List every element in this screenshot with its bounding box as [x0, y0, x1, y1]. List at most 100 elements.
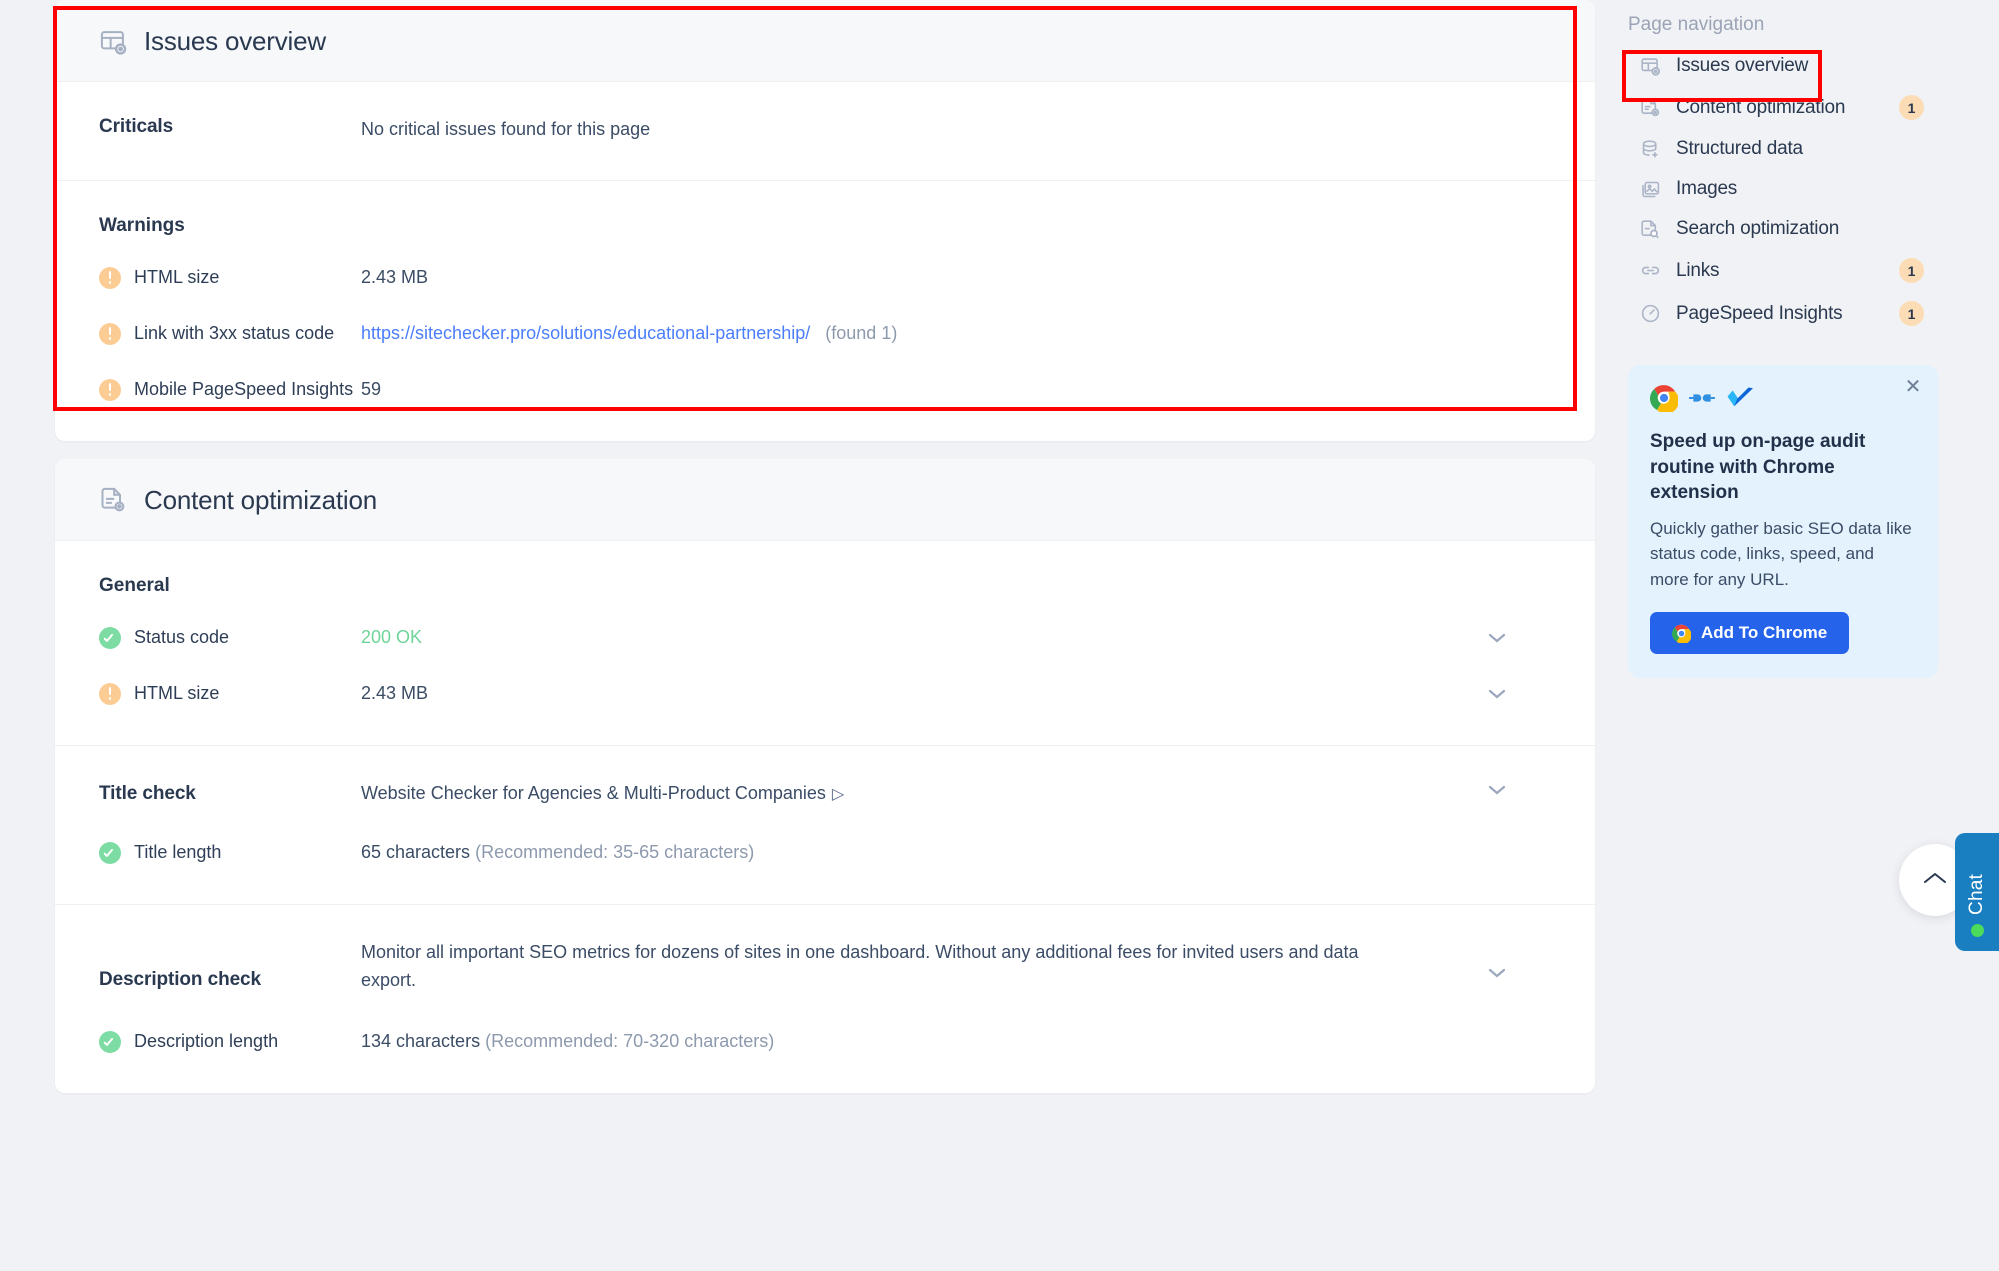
links-icon — [1640, 260, 1661, 281]
page-root: Issues overview Criticals No critical is… — [0, 0, 1999, 1271]
general-section: General Status code 200 OK HTML size 2.4… — [55, 541, 1595, 745]
add-to-chrome-button[interactable]: Add To Chrome — [1650, 612, 1850, 655]
success-icon — [99, 1030, 121, 1053]
sidebar-item-search-optimization[interactable]: Search optimization — [1628, 209, 1938, 249]
description-check-value: Monitor all important SEO metrics for do… — [361, 941, 1359, 990]
status-code-value: 200 OK — [361, 627, 423, 648]
sidebar-item-links[interactable]: Links 1 — [1628, 249, 1938, 292]
sidebar-item-structured-data[interactable]: Structured data — [1628, 129, 1938, 169]
general-label: General — [99, 574, 170, 596]
promo-title: Speed up on-page audit routine with Chro… — [1650, 431, 1866, 504]
section-title: Content optimization — [144, 484, 378, 515]
description-check-row[interactable]: Description check Monitor all important … — [99, 939, 1551, 995]
warning-item-3xx-link: Link with 3xx status code https://sitech… — [99, 319, 1551, 349]
found-count-note: (found 1) — [825, 323, 898, 344]
title-check-section: Title check Website Checker for Agencies… — [55, 744, 1595, 904]
chat-label: Chat — [1966, 874, 1987, 915]
html-size-value: 2.43 MB — [361, 683, 429, 704]
content-optimization-icon — [99, 486, 127, 514]
warning-item-label: Mobile PageSpeed Insights — [134, 379, 354, 400]
title-length-recommendation: (Recommended: 35-65 characters) — [475, 842, 755, 863]
title-length-value: 65 characters — [361, 842, 471, 863]
content-optimization-card: Content optimization General Status code… — [55, 458, 1595, 1093]
chevron-down-icon[interactable] — [1487, 784, 1507, 796]
title-check-value: Website Checker for Agencies & Multi-Pro… — [361, 782, 826, 803]
plug-connector-icon — [1688, 391, 1716, 410]
page-title: Issues overview — [144, 26, 326, 56]
description-length-value: 134 characters — [361, 1031, 481, 1052]
sidebar-item-label: Content optimization — [1676, 96, 1846, 118]
description-length-item: Description length 134 characters (Recom… — [99, 1027, 1551, 1057]
issues-overview-header: Issues overview — [55, 0, 1595, 82]
sidebar-item-content-optimization[interactable]: Content optimization 1 — [1628, 86, 1938, 129]
sidebar-item-label: Structured data — [1676, 138, 1803, 159]
pagespeed-icon — [1640, 303, 1661, 324]
warning-icon — [99, 322, 121, 345]
search-optimization-icon — [1640, 219, 1661, 240]
chevron-down-icon[interactable] — [1487, 967, 1507, 979]
warning-item-value: 59 — [361, 379, 382, 400]
warning-item-label: Link with 3xx status code — [134, 323, 335, 344]
warning-item-value: 2.43 MB — [361, 267, 429, 288]
criticals-value: No critical issues found for this page — [361, 119, 651, 139]
sidebar-item-label: PageSpeed Insights — [1676, 302, 1843, 324]
structured-data-icon — [1640, 139, 1661, 160]
warning-icon — [99, 682, 121, 705]
warning-icon — [99, 266, 121, 289]
criticals-row: Criticals No critical issues found for t… — [99, 116, 1551, 144]
status-badge: 1 — [1899, 258, 1924, 283]
content-optimization-icon — [1640, 97, 1661, 118]
title-check-label: Title check — [99, 782, 196, 804]
general-item-html-size[interactable]: HTML size 2.43 MB — [99, 679, 1551, 709]
description-length-recommendation: (Recommended: 70-320 characters) — [485, 1031, 775, 1052]
description-check-label: Description check — [99, 968, 261, 990]
page-navigation-title: Page navigation — [1628, 14, 1765, 35]
warning-item-html-size: HTML size 2.43 MB — [99, 263, 1551, 293]
promo-description: Quickly gather basic SEO data like statu… — [1650, 518, 1912, 589]
title-length-label: Title length — [134, 842, 222, 863]
images-icon — [1640, 179, 1661, 200]
main-content-column: Issues overview Criticals No critical is… — [55, 0, 1595, 1093]
add-to-chrome-label: Add To Chrome — [1701, 623, 1828, 643]
sidebar-item-label: Issues overview — [1676, 55, 1809, 76]
sidebar-item-label: Search optimization — [1676, 218, 1840, 239]
warnings-section: Warnings HTML size 2.43 MB Link with 3xx… — [55, 179, 1595, 441]
sidebar-item-images[interactable]: Images — [1628, 169, 1938, 209]
sidebar-item-label: Images — [1676, 178, 1738, 199]
online-status-dot — [1970, 924, 1984, 937]
sidebar-item-pagespeed-insights[interactable]: PageSpeed Insights 1 — [1628, 292, 1938, 335]
content-optimization-header: Content optimization — [55, 458, 1595, 541]
title-check-row[interactable]: Title check Website Checker for Agencies… — [99, 780, 1551, 808]
description-length-label: Description length — [134, 1031, 279, 1052]
general-item-status-code[interactable]: Status code 200 OK — [99, 623, 1551, 653]
warning-item-label: HTML size — [134, 267, 220, 288]
general-item-label: Status code — [134, 627, 230, 648]
status-badge: 1 — [1899, 95, 1924, 120]
chevron-down-icon[interactable] — [1487, 688, 1507, 700]
chevron-down-icon[interactable] — [1487, 632, 1507, 644]
general-item-label: HTML size — [134, 683, 220, 704]
warnings-label: Warnings — [99, 214, 185, 236]
chevron-up-icon — [1922, 870, 1948, 891]
issues-overview-icon — [99, 28, 127, 56]
criticals-label: Criticals — [99, 116, 174, 137]
close-icon[interactable]: ✕ — [1904, 377, 1922, 397]
description-check-section: Description check Monitor all important … — [55, 903, 1595, 1093]
sidebar-item-label: Links — [1676, 259, 1720, 281]
title-length-item: Title length 65 characters (Recommended:… — [99, 838, 1551, 868]
issues-overview-card: Issues overview Criticals No critical is… — [55, 0, 1595, 441]
chat-tab-button[interactable]: Chat — [1955, 833, 1999, 951]
redirect-link[interactable]: https://sitechecker.pro/solutions/educat… — [361, 323, 810, 343]
warning-icon — [99, 378, 121, 401]
chrome-logo-icon — [1672, 624, 1691, 643]
criticals-section: Criticals No critical issues found for t… — [55, 82, 1595, 180]
warning-item-mobile-pagespeed: Mobile PageSpeed Insights 59 — [99, 375, 1551, 405]
chrome-extension-promo-card: ✕ Speed up on-page audit routine with Ch… — [1628, 365, 1938, 679]
expand-triangle-icon: ▷ — [831, 785, 845, 803]
chrome-logo-icon — [1650, 384, 1679, 417]
sidebar-item-issues-overview[interactable]: Issues overview — [1628, 46, 1938, 86]
sitechecker-logo-icon — [1726, 386, 1756, 415]
issues-overview-icon — [1640, 56, 1661, 77]
status-badge: 1 — [1899, 301, 1924, 326]
success-icon — [99, 841, 121, 864]
